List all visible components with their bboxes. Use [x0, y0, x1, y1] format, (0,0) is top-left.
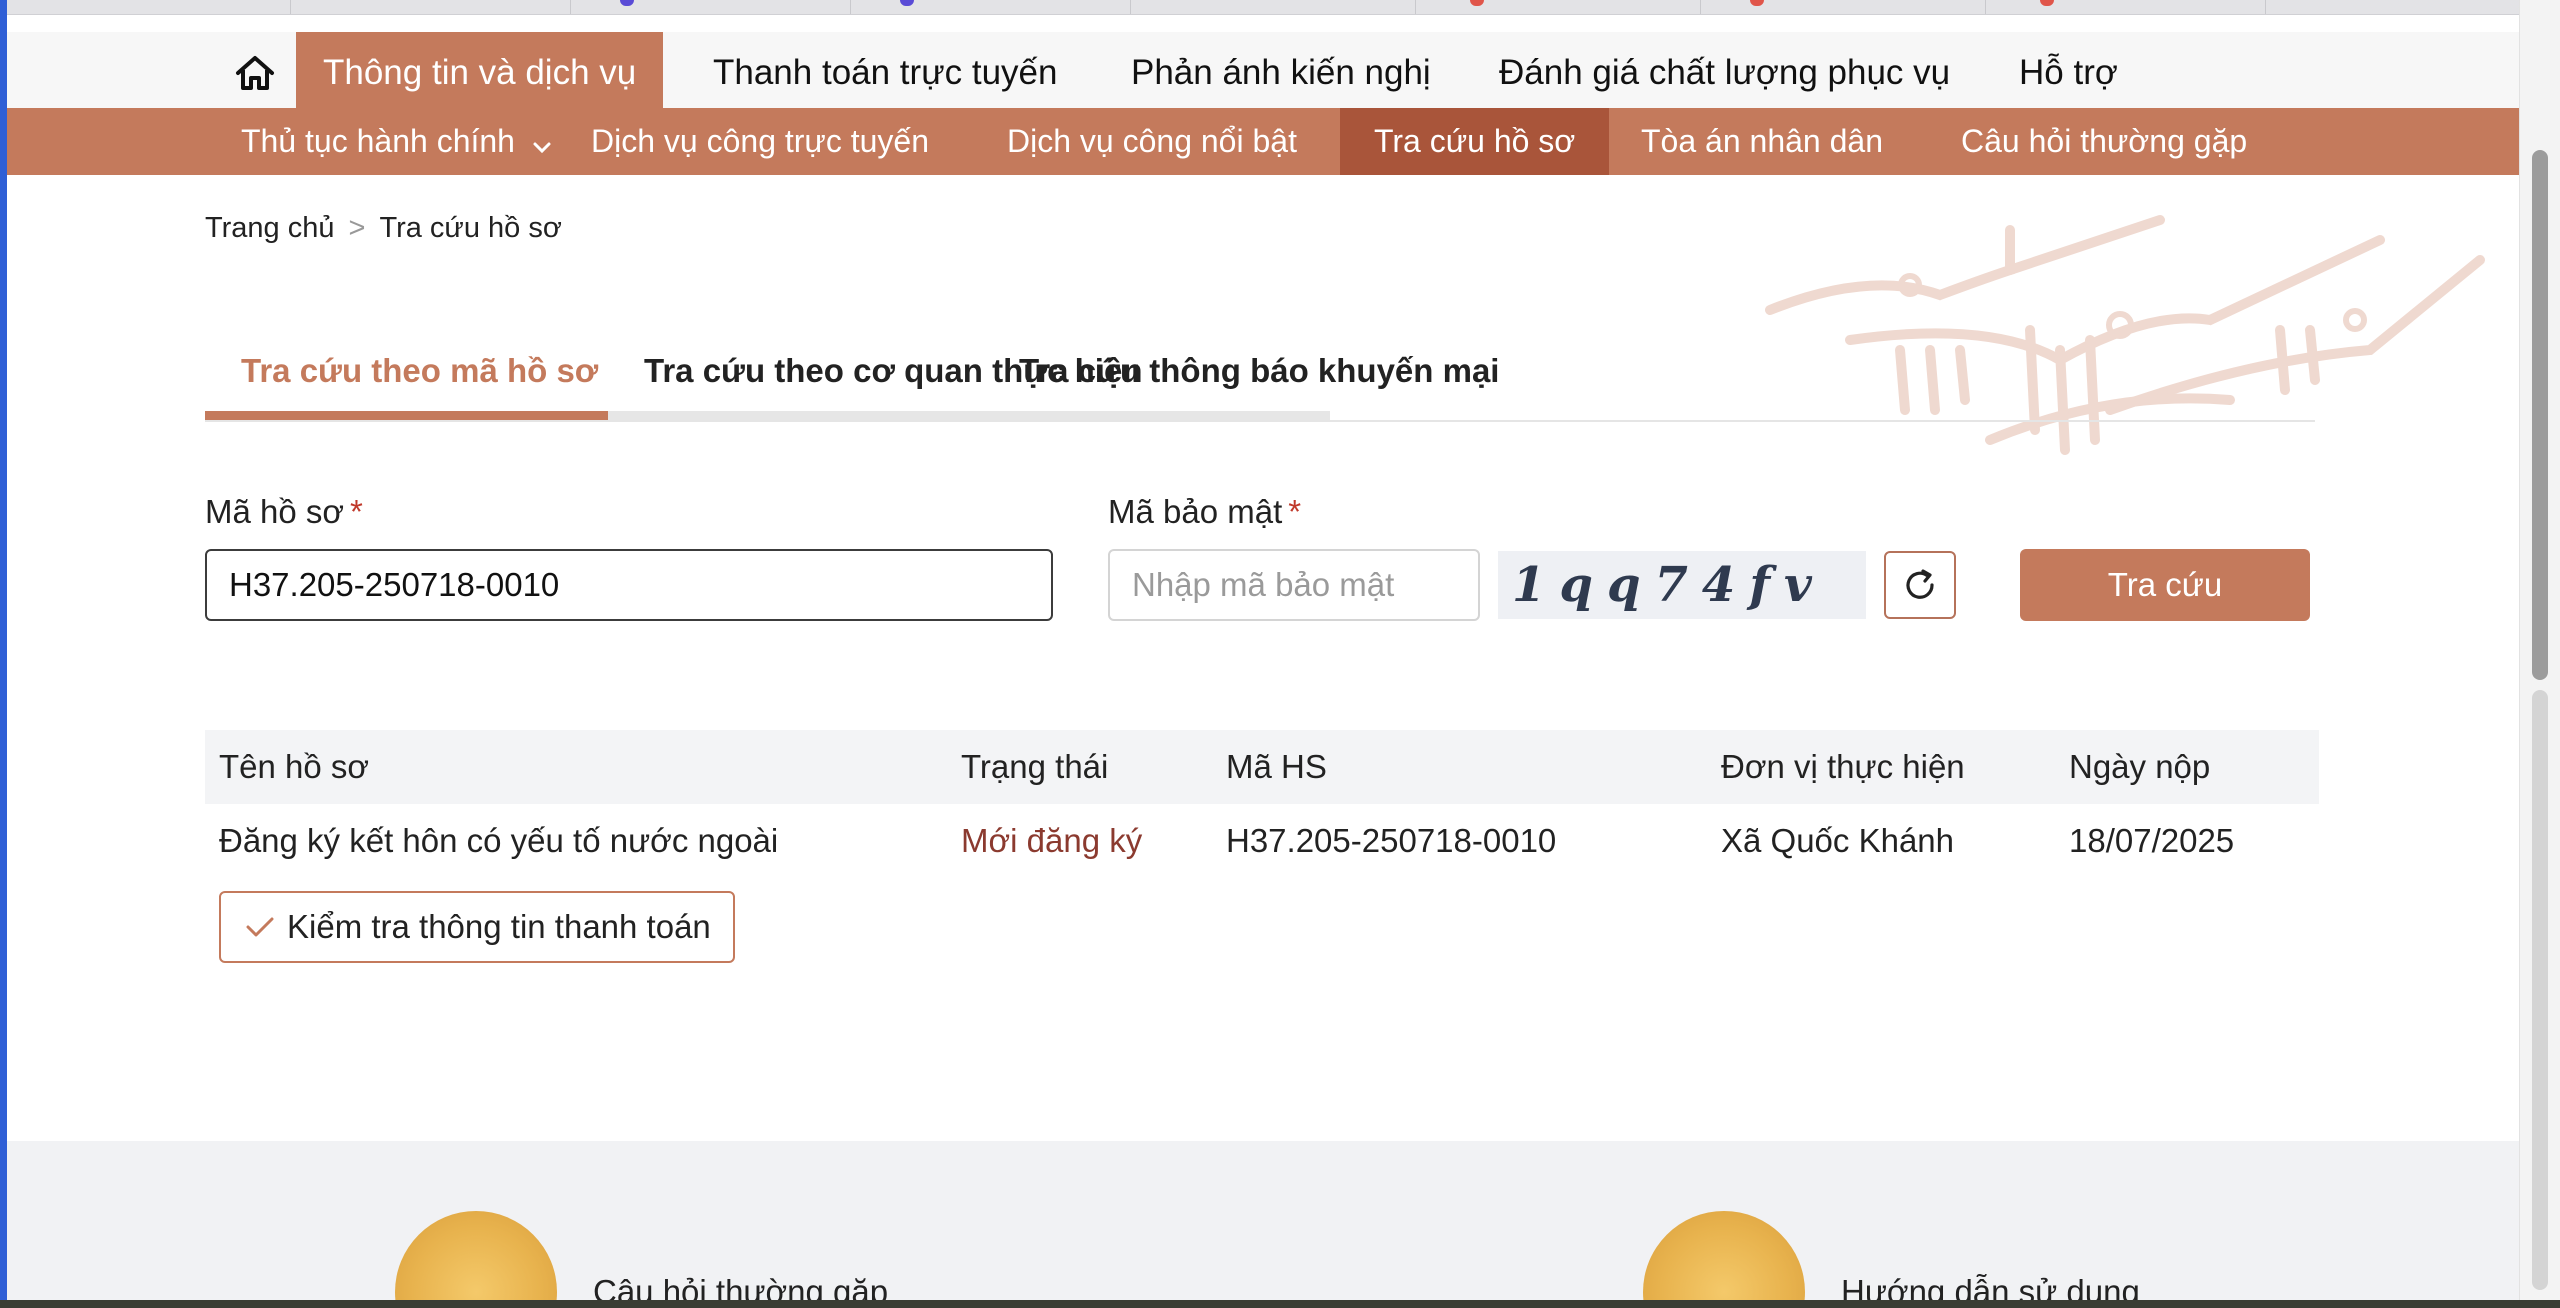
home-button[interactable] — [229, 50, 281, 96]
check-payment-label: Kiểm tra thông tin thanh toán — [287, 908, 711, 945]
column-header: Mã HS — [1226, 748, 1327, 785]
footer-link-huong-dan[interactable]: Hướng dẫn sử dụng — [1841, 1273, 2140, 1300]
ma-ho-so-input[interactable] — [205, 549, 1053, 621]
sub-nav-item-tra-cuu[interactable]: Tra cứu hồ sơ — [1340, 108, 1610, 175]
ma-bao-mat-input[interactable] — [1108, 549, 1480, 621]
main-nav-item-thong-tin[interactable]: Thông tin và dịch vụ — [296, 32, 664, 108]
browser-tab[interactable] — [850, 0, 1131, 14]
captcha-label-text: Mã bảo mật — [1108, 493, 1283, 530]
cell-ten-ho-so: Đăng ký kết hôn có yếu tố nước ngoài — [219, 822, 779, 859]
cell-ngay-nop: 18/07/2025 — [2069, 822, 2235, 859]
sub-nav-item-dich-vu-cong[interactable]: Dịch vụ công trực tuyến — [557, 108, 963, 175]
browser-tab[interactable] — [0, 0, 291, 14]
column-header: Trạng thái — [961, 748, 1109, 785]
chevron-down-icon — [532, 111, 552, 177]
captcha-image: 1qq74fv — [1498, 551, 1866, 619]
window-edge — [0, 0, 7, 1300]
status-badge: Mới đăng ký — [961, 822, 1143, 859]
footer-link-cau-hoi[interactable]: Câu hỏi thường gặp — [593, 1273, 888, 1300]
browser-tab[interactable] — [290, 0, 571, 14]
browser-tab[interactable] — [1130, 0, 1416, 14]
breadcrumb: Trang chủ > Tra cứu hồ sơ — [205, 212, 562, 245]
tab-tra-cuu-ma-ho-so[interactable]: Tra cứu theo mã hồ sơ — [205, 340, 608, 420]
main-nav-item-phan-anh[interactable]: Phản ánh kiến nghị — [1104, 32, 1458, 108]
cell-ma-hs: H37.205-250718-0010 — [1226, 822, 1557, 859]
tra-cuu-button[interactable]: Tra cứu — [2020, 549, 2310, 621]
home-icon — [236, 56, 274, 90]
sub-nav-item-noi-bat[interactable]: Dịch vụ công nổi bật — [973, 108, 1331, 175]
browser-tab[interactable] — [570, 0, 851, 14]
emblem-icon — [1643, 1211, 1805, 1300]
browser-tab[interactable] — [1415, 0, 1701, 14]
breadcrumb-separator: > — [348, 212, 366, 244]
browser-window: Thông tin và dịch vụ Thanh toán trực tuy… — [0, 0, 2560, 1300]
sub-nav-item-toa-an[interactable]: Tòa án nhân dân — [1607, 108, 1917, 175]
required-mark: * — [1288, 493, 1302, 530]
cell-don-vi: Xã Quốc Khánh — [1721, 822, 1954, 859]
search-tabs: Tra cứu theo mã hồ sơ Tra cứu theo cơ qu… — [205, 340, 2315, 422]
sub-nav-item-label: Thủ tục hành chính — [241, 123, 515, 159]
tab-tra-cuu-khuyen-mai[interactable]: Tra cứu thông báo khuyến mại — [983, 340, 1870, 420]
page-scrollbar[interactable] — [2519, 0, 2560, 1300]
hoso-label: Mã hồ sơ * — [205, 493, 363, 531]
column-header: Tên hồ sơ — [219, 748, 370, 785]
hoso-label-text: Mã hồ sơ — [205, 493, 345, 530]
scrollbar-track[interactable] — [2532, 690, 2548, 1290]
emblem-icon — [395, 1211, 557, 1300]
column-header: Ngày nộp — [2069, 748, 2211, 785]
browser-tab[interactable] — [2265, 0, 2529, 14]
table-row: Đăng ký kết hôn có yếu tố nước ngoài Mới… — [205, 804, 2319, 878]
table-header: Tên hồ sơ Trạng thái Mã HS Đơn vị thực h… — [205, 730, 2319, 804]
sub-nav-item-thu-tuc[interactable]: Thủ tục hành chính — [207, 108, 562, 175]
browser-tab-strip — [0, 0, 2529, 15]
check-icon — [246, 917, 274, 937]
breadcrumb-current: Tra cứu hồ sơ — [379, 212, 562, 244]
footer: Câu hỏi thường gặp Hướng dẫn sử dụng — [7, 1141, 2520, 1300]
captcha-label: Mã bảo mật * — [1108, 493, 1301, 531]
refresh-icon — [1906, 569, 1934, 599]
browser-tab[interactable] — [1700, 0, 1986, 14]
scrollbar-thumb[interactable] — [2532, 150, 2548, 680]
check-payment-button[interactable]: Kiểm tra thông tin thanh toán — [219, 891, 735, 963]
sub-nav: Thủ tục hành chính Dịch vụ công trực tuy… — [7, 108, 2520, 175]
main-nav: Thông tin và dịch vụ Thanh toán trực tuy… — [7, 32, 2520, 108]
breadcrumb-home-link[interactable]: Trang chủ — [205, 212, 335, 244]
main-nav-item-ho-tro[interactable]: Hỗ trợ — [1992, 32, 2145, 108]
results-table: Tên hồ sơ Trạng thái Mã HS Đơn vị thực h… — [205, 730, 2319, 878]
browser-tab[interactable] — [1985, 0, 2266, 14]
refresh-captcha-button[interactable] — [1884, 551, 1956, 619]
main-nav-item-thanh-toan[interactable]: Thanh toán trực tuyến — [686, 32, 1084, 108]
main-nav-item-danh-gia[interactable]: Đánh giá chất lượng phục vụ — [1472, 32, 1977, 108]
sub-nav-item-cau-hoi[interactable]: Câu hỏi thường gặp — [1927, 108, 2281, 175]
required-mark: * — [350, 493, 363, 530]
column-header: Đơn vị thực hiện — [1721, 748, 1965, 785]
